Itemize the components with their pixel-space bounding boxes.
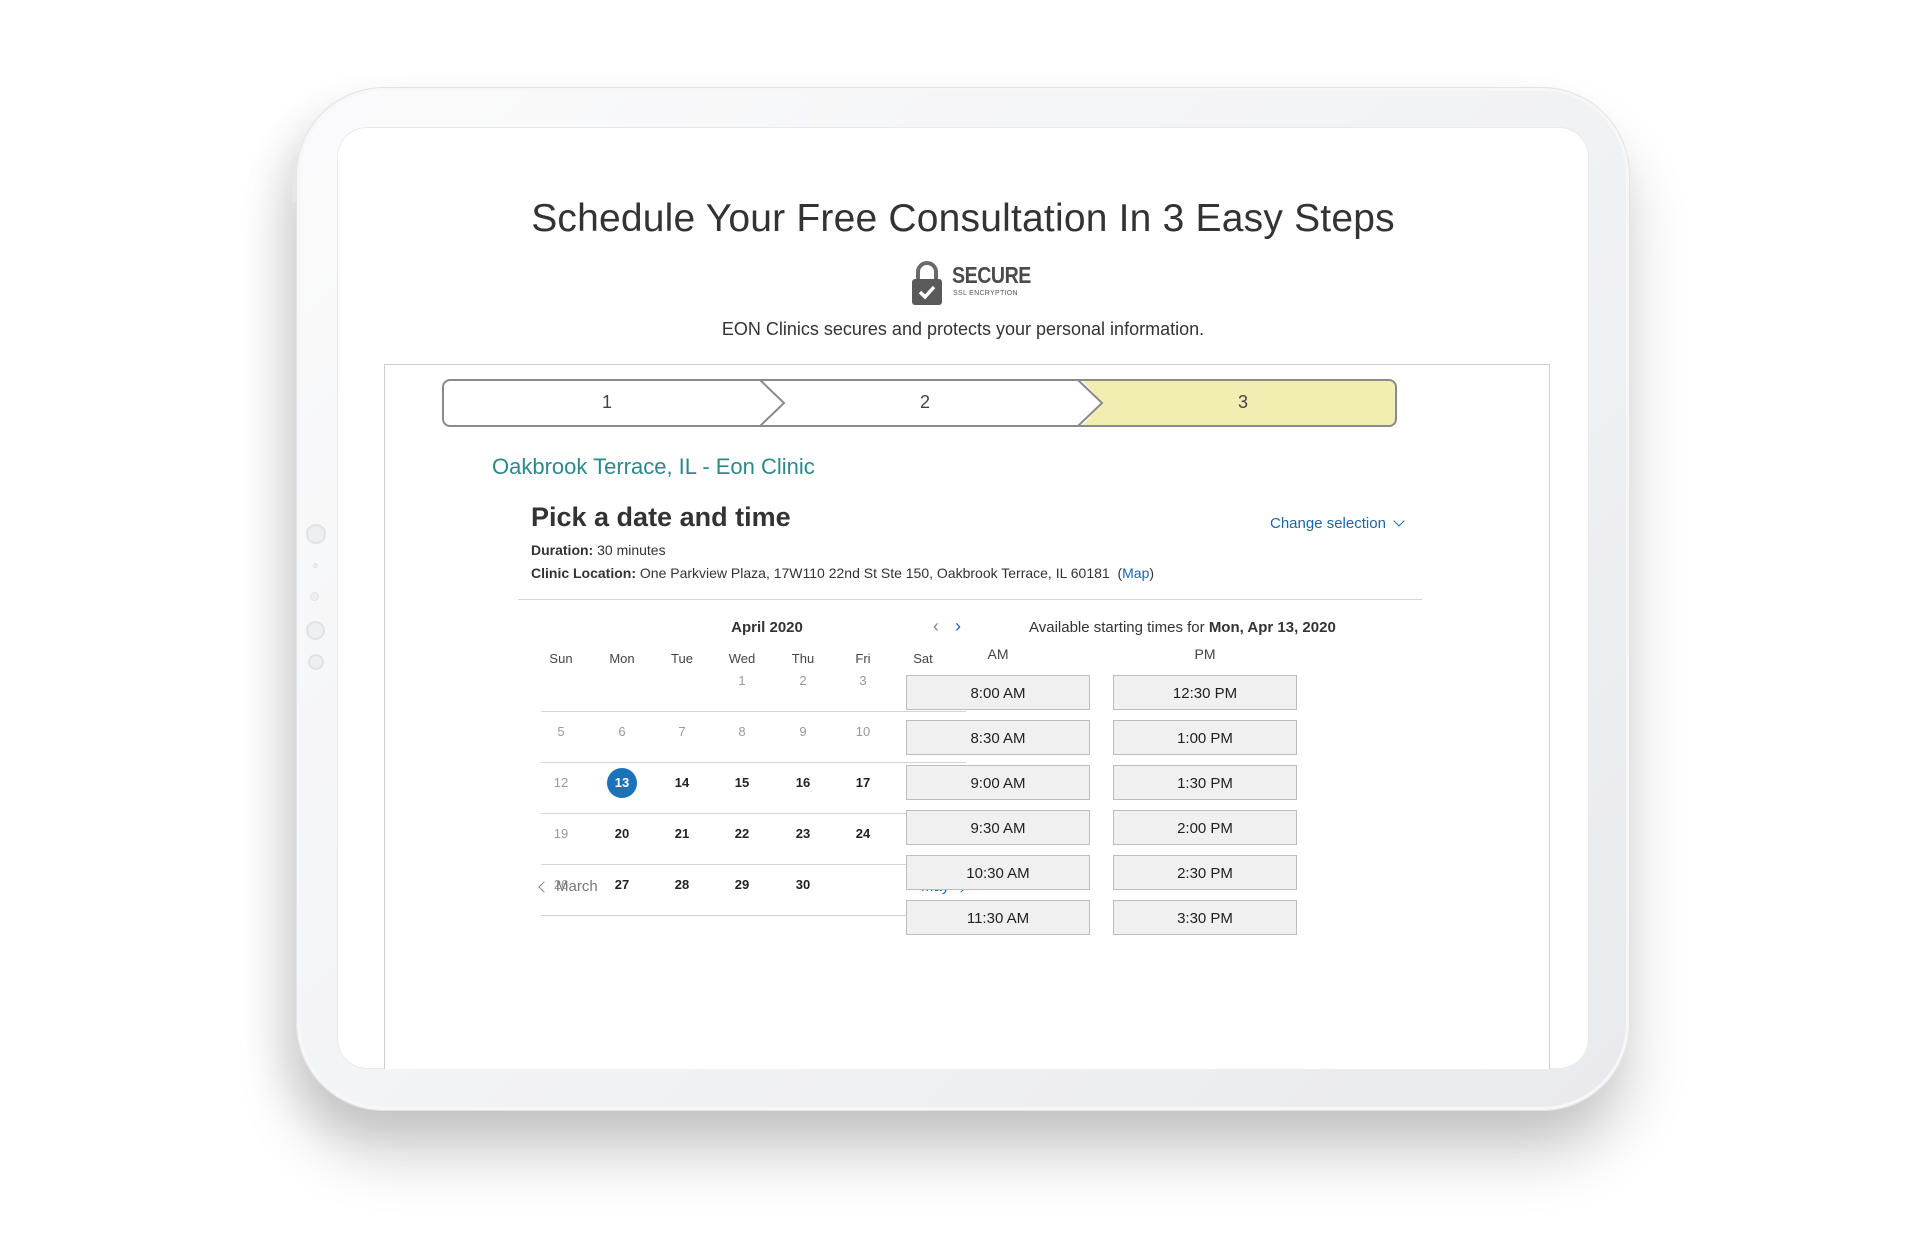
chevron-down-icon	[1393, 515, 1405, 527]
time-slot-button[interactable]: 2:00 PM	[1113, 810, 1297, 845]
steps-progress: 1 2 3	[442, 379, 1397, 427]
weekday-label: Tue	[671, 651, 693, 666]
calendar-row-divider	[541, 762, 966, 763]
calendar-day: 6	[618, 724, 626, 739]
time-slot-button[interactable]: 10:30 AM	[906, 855, 1090, 890]
time-slot-button[interactable]: 11:30 AM	[906, 900, 1090, 935]
time-slot-button[interactable]: 2:30 PM	[1113, 855, 1297, 890]
section-divider	[518, 599, 1422, 600]
time-slot-button[interactable]: 3:30 PM	[1113, 900, 1297, 935]
secure-sublabel: SSL ENCRYPTION	[953, 290, 1018, 297]
location-value: One Parkview Plaza, 17W110 22nd St Ste 1…	[639, 565, 1110, 581]
weekday-label: Fri	[855, 651, 871, 666]
tablet-camera-dot	[306, 524, 326, 544]
time-slot-button[interactable]: 9:00 AM	[906, 765, 1090, 800]
duration-label: Duration:	[531, 542, 594, 558]
calendar-prev-arrow-icon[interactable]: ‹	[933, 616, 939, 637]
calendar-day[interactable]: 27	[602, 870, 642, 900]
weekday-label: Sun	[549, 651, 573, 666]
section-heading: Pick a date and time	[531, 502, 791, 532]
step-1[interactable]: 1	[587, 392, 627, 413]
calendar-day: 19	[553, 826, 569, 841]
calendar-row-divider	[541, 711, 966, 712]
available-times-heading: Available starting times for Mon, Apr 13…	[1029, 619, 1336, 636]
available-times-prefix: Available starting times for	[1029, 619, 1205, 636]
prev-month-link[interactable]: March	[538, 878, 598, 895]
calendar-day: 7	[678, 724, 686, 739]
calendar-day[interactable]: 14	[662, 768, 702, 798]
calendar-day: 8	[738, 724, 746, 739]
time-slot-button[interactable]: 1:30 PM	[1113, 765, 1297, 800]
calendar-day: 9	[799, 724, 807, 739]
calendar-day[interactable]: 23	[783, 819, 823, 849]
change-selection-label: Change selection	[1270, 515, 1386, 532]
weekday-label: Wed	[728, 651, 756, 666]
am-column-header: AM	[987, 646, 1009, 662]
step-3[interactable]: 3	[1223, 392, 1263, 413]
calendar-day: 5	[557, 724, 565, 739]
calendar-day: 3	[859, 673, 867, 688]
calendar-day[interactable]: 21	[662, 819, 702, 849]
calendar-next-arrow-icon[interactable]: ›	[955, 616, 961, 637]
calendar-day[interactable]: 30	[783, 870, 823, 900]
calendar-day: 12	[553, 775, 569, 790]
time-slot-button[interactable]: 9:30 AM	[906, 810, 1090, 845]
chevron-left-icon	[538, 881, 550, 893]
tablet-speaker-dot	[308, 654, 324, 670]
time-slot-button[interactable]: 12:30 PM	[1113, 675, 1297, 710]
weekday-label: Thu	[791, 651, 815, 666]
location-label: Clinic Location:	[531, 565, 636, 581]
calendar-day[interactable]: 17	[843, 768, 883, 798]
padlock-check-icon	[912, 261, 942, 305]
calendar-month-title: April 2020	[731, 619, 803, 636]
time-slot-button[interactable]: 8:00 AM	[906, 675, 1090, 710]
tablet-sensor-dot	[310, 592, 319, 601]
calendar-row-divider	[541, 813, 966, 814]
calendar-row-divider	[541, 864, 966, 865]
tablet-side-button	[292, 155, 297, 203]
calendar-day[interactable]: 22	[722, 819, 762, 849]
calendar-row-divider	[541, 915, 966, 916]
duration-line: Duration: 30 minutes	[531, 542, 666, 558]
time-slot-button[interactable]: 1:00 PM	[1113, 720, 1297, 755]
map-link[interactable]: Map	[1122, 565, 1149, 581]
clinic-name: Oakbrook Terrace, IL - Eon Clinic	[492, 454, 815, 479]
calendar-day[interactable]: 15	[722, 768, 762, 798]
secure-label: SECURE	[952, 262, 1031, 288]
pm-column-header: PM	[1194, 646, 1216, 662]
location-line: Clinic Location: One Parkview Plaza, 17W…	[531, 565, 1155, 581]
calendar-day: 1	[738, 673, 746, 688]
prev-month-label: March	[556, 878, 598, 895]
page-title: Schedule Your Free Consultation In 3 Eas…	[531, 197, 1395, 240]
privacy-note: EON Clinics secures and protects your pe…	[721, 319, 1205, 339]
calendar-day[interactable]: 28	[662, 870, 702, 900]
calendar-day[interactable]: 24	[843, 819, 883, 849]
tablet-sensor-dot	[313, 563, 318, 568]
step-2[interactable]: 2	[905, 392, 945, 413]
calendar-day[interactable]: 29	[722, 870, 762, 900]
calendar-day: 10	[855, 724, 871, 739]
calendar-day-selected[interactable]: 13	[607, 768, 637, 798]
change-selection-button[interactable]: Change selection	[1270, 515, 1405, 532]
time-slot-button[interactable]: 8:30 AM	[906, 720, 1090, 755]
tablet-speaker-dot	[306, 621, 325, 640]
calendar-day[interactable]: 16	[783, 768, 823, 798]
available-times-date: Mon, Apr 13, 2020	[1208, 619, 1336, 636]
duration-value: 30 minutes	[597, 542, 666, 558]
secure-badge: SECURE SSL ENCRYPTION	[910, 260, 1031, 306]
calendar-day: 2	[799, 673, 807, 688]
calendar-day[interactable]: 20	[602, 819, 642, 849]
weekday-label: Mon	[609, 651, 635, 666]
tablet-screen: Schedule Your Free Consultation In 3 Eas…	[337, 127, 1589, 1069]
